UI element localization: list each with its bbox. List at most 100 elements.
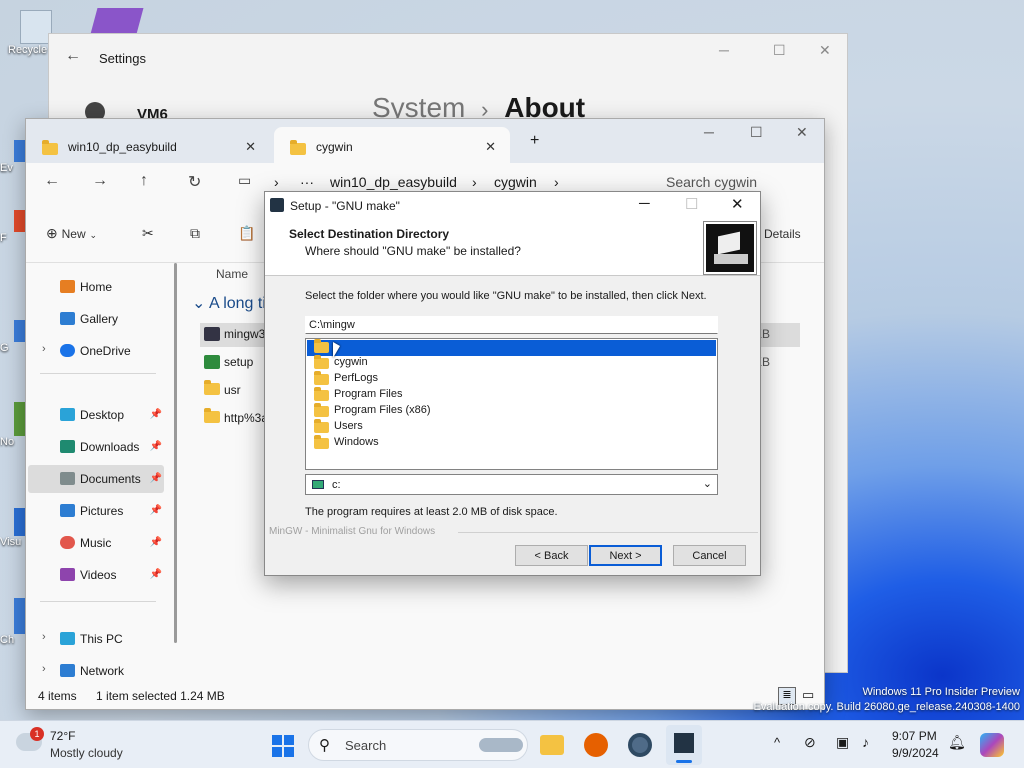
search-input[interactable]: Search cygwin (666, 174, 757, 190)
nav-item-desktop[interactable]: Desktop 📌 (28, 401, 164, 429)
computer-icon (60, 632, 75, 645)
tab-cygwin[interactable]: cygwin ✕ (274, 127, 510, 163)
address-separator: › (472, 174, 477, 190)
network-off-icon[interactable]: ⊘ (804, 734, 816, 751)
setup-dialog: Setup - "GNU make" ─ ☐ ✕ Select Destinat… (264, 191, 761, 576)
chevron-right-icon[interactable]: › (42, 343, 46, 355)
setup-icon (204, 355, 220, 369)
back-button[interactable]: < Back (515, 545, 588, 566)
visual-studio-icon[interactable] (90, 8, 144, 34)
nav-item-this-pc[interactable]: › This PC (28, 625, 164, 653)
tab-win10-dp-easybuild[interactable]: win10_dp_easybuild ✕ (26, 127, 270, 163)
maximize-icon: ☐ (685, 196, 699, 213)
back-arrow-icon[interactable]: ← (65, 47, 81, 65)
minimize-icon[interactable]: ─ (639, 195, 650, 212)
tree-item[interactable]: cygwin (314, 355, 368, 372)
maximize-icon[interactable]: ☐ (750, 124, 763, 141)
tree-item[interactable]: Program Files (x86) (314, 403, 431, 420)
folder-icon (204, 408, 220, 423)
tree-item[interactable]: PerfLogs (314, 371, 378, 388)
clock-time[interactable]: 9:07 PM (892, 729, 937, 743)
forward-arrow-icon[interactable]: → (92, 172, 108, 190)
dialog-header: Select Destination Directory Where shoul… (265, 218, 760, 276)
video-icon (60, 568, 75, 581)
close-tab-icon[interactable]: ✕ (485, 139, 496, 155)
tree-item[interactable]: Program Files (314, 387, 402, 404)
minimize-icon[interactable]: ─ (719, 42, 729, 58)
clipboard-icon[interactable]: ▣ (836, 734, 849, 751)
start-windows-icon[interactable] (272, 735, 294, 757)
maximize-icon[interactable]: ☐ (773, 42, 786, 59)
setup-app-icon (674, 733, 694, 753)
nav-item-documents[interactable]: Documents 📌 (28, 465, 164, 493)
tree-item[interactable]: Users (314, 419, 363, 436)
drive-select[interactable]: c: ⌄ (305, 474, 718, 495)
copilot-icon[interactable] (980, 733, 1004, 757)
whale-icon (479, 738, 523, 752)
close-icon[interactable]: ✕ (819, 42, 831, 59)
chevron-down-icon: ⌄ (702, 478, 712, 490)
selection-info: 1 item selected 1.24 MB (96, 689, 225, 703)
watermark-line2: Evaluation copy. Build 26080.ge_release.… (753, 701, 1020, 713)
folder-icon (42, 140, 58, 155)
folder-open-icon (314, 339, 329, 353)
paste-icon[interactable]: 📋 (238, 225, 255, 242)
cancel-button[interactable]: Cancel (673, 545, 746, 566)
chevron-right-icon[interactable]: › (42, 663, 46, 675)
refresh-icon[interactable]: ↻ (188, 172, 201, 192)
clock-date[interactable]: 9/9/2024 (892, 746, 939, 760)
settings-gear-icon[interactable] (628, 733, 652, 757)
address-chevron[interactable]: › (274, 174, 279, 190)
nav-item-music[interactable]: Music 📌 (28, 529, 164, 557)
nav-item-network[interactable]: › Network (28, 657, 164, 685)
setup-taskbar-button[interactable] (666, 725, 702, 765)
tree-item[interactable]: Windows (314, 435, 379, 452)
chevron-right-icon[interactable]: › (42, 631, 46, 643)
next-button[interactable]: Next > (589, 545, 662, 566)
new-tab-button[interactable]: + (530, 132, 539, 150)
installer-icon (204, 327, 220, 341)
close-icon[interactable]: ✕ (731, 195, 744, 213)
taskbar-search[interactable]: ⚲ Search (308, 729, 528, 761)
group-header[interactable]: ⌄ A long ti (192, 293, 266, 313)
file-row[interactable]: usr (200, 379, 241, 403)
folder-icon (314, 403, 329, 417)
back-arrow-icon[interactable]: ← (44, 172, 60, 190)
new-button[interactable]: ⊕ New ⌄ (46, 225, 97, 242)
close-window-icon[interactable]: ✕ (796, 124, 808, 141)
nav-item-home[interactable]: Home (28, 273, 164, 301)
address-more-button[interactable]: ··· (300, 174, 314, 190)
file-explorer-taskbar-icon[interactable] (540, 735, 564, 755)
firefox-icon[interactable] (584, 733, 608, 757)
tab-label: win10_dp_easybuild (68, 140, 177, 154)
monitor-icon[interactable]: ▭ (238, 172, 251, 189)
tree-item-root[interactable] (307, 339, 716, 356)
nav-item-gallery[interactable]: Gallery (28, 305, 164, 333)
weather-desc[interactable]: Mostly cloudy (50, 746, 123, 760)
folder-icon (204, 380, 220, 395)
minimize-icon[interactable]: ─ (704, 124, 714, 140)
nav-item-onedrive[interactable]: › OneDrive (28, 337, 164, 365)
nav-scrollbar[interactable] (174, 263, 177, 643)
nav-item-pictures[interactable]: Pictures 📌 (28, 497, 164, 525)
up-arrow-icon[interactable]: ↑ (140, 172, 148, 190)
column-header-name[interactable]: Name (216, 267, 248, 281)
copy-icon[interactable]: ⧉ (190, 225, 200, 242)
file-row[interactable]: http%3a (200, 407, 268, 431)
destination-path-input[interactable]: C:\mingw (305, 316, 718, 334)
chevron-up-icon[interactable]: ^ (774, 735, 780, 750)
address-part-cygwin[interactable]: cygwin (494, 174, 537, 190)
folder-tree[interactable]: cygwin PerfLogs Program Files Program Fi… (305, 338, 718, 470)
volume-icon[interactable]: ♪ (862, 734, 869, 750)
nav-item-downloads[interactable]: Downloads 📌 (28, 433, 164, 461)
search-icon: ⚲ (319, 737, 330, 754)
taskbar: 1 72°F Mostly cloudy ⚲ Search ^ ⊘ ▣ ♪ 9:… (0, 720, 1024, 768)
notification-bell-icon[interactable]: 🔔︎ (948, 734, 966, 751)
close-tab-icon[interactable]: ✕ (245, 139, 256, 155)
weather-temp[interactable]: 72°F (50, 729, 75, 743)
cut-icon[interactable]: ✂ (142, 225, 154, 242)
details-button[interactable]: Details (764, 227, 801, 241)
nav-item-videos[interactable]: Videos 📌 (28, 561, 164, 589)
folder-icon (314, 387, 329, 401)
address-part-win10-dp-easybuild[interactable]: win10_dp_easybuild (330, 174, 457, 190)
